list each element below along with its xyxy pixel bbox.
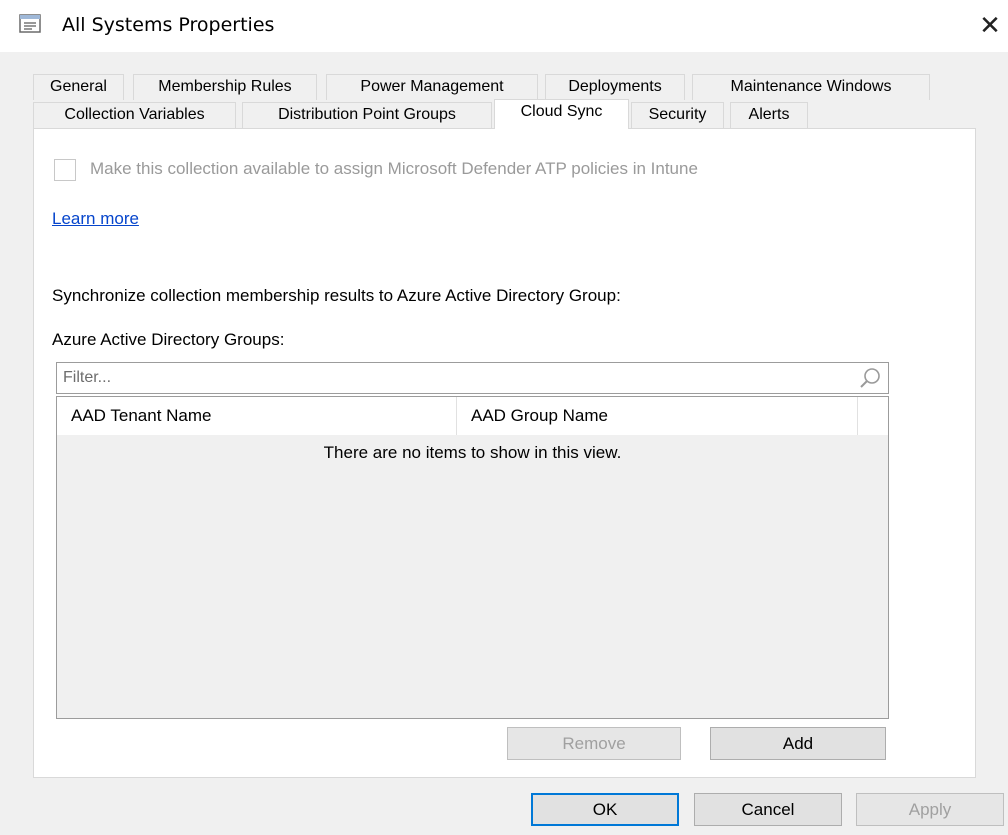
cancel-button[interactable]: Cancel: [694, 793, 842, 826]
tab-collection-variables[interactable]: Collection Variables: [33, 102, 236, 128]
cloud-sync-panel: Make this collection available to assign…: [33, 128, 976, 778]
filter-box: [56, 362, 889, 394]
tab-maintenance-windows[interactable]: Maintenance Windows: [692, 74, 930, 100]
defender-atp-checkbox-label: Make this collection available to assign…: [90, 159, 698, 178]
add-button[interactable]: Add: [710, 727, 886, 760]
tab-general[interactable]: General: [33, 74, 124, 100]
ok-button[interactable]: OK: [531, 793, 679, 826]
tab-distribution-point-groups[interactable]: Distribution Point Groups: [242, 102, 492, 128]
aad-groups-label: Azure Active Directory Groups:: [52, 330, 285, 349]
filter-input[interactable]: [63, 367, 843, 389]
search-icon[interactable]: [858, 366, 882, 390]
tab-deployments[interactable]: Deployments: [545, 74, 685, 100]
tab-membership-rules[interactable]: Membership Rules: [133, 74, 317, 100]
column-header-tenant-name[interactable]: AAD Tenant Name: [57, 397, 457, 435]
sync-description-label: Synchronize collection membership result…: [52, 286, 621, 305]
column-header-group-name[interactable]: AAD Group Name: [457, 397, 858, 435]
empty-list-message: There are no items to show in this view.: [323, 443, 622, 462]
title-bar: All Systems Properties ✕: [0, 0, 1008, 52]
tab-alerts[interactable]: Alerts: [730, 102, 808, 128]
close-icon[interactable]: ✕: [972, 6, 1008, 46]
defender-atp-checkbox[interactable]: [54, 159, 76, 181]
aad-groups-list[interactable]: AAD Tenant Name AAD Group Name There are…: [56, 396, 889, 719]
list-header: AAD Tenant Name AAD Group Name: [57, 397, 888, 435]
remove-button[interactable]: Remove: [507, 727, 681, 760]
tab-power-management[interactable]: Power Management: [326, 74, 538, 100]
tab-cloud-sync[interactable]: Cloud Sync: [494, 99, 629, 129]
apply-button[interactable]: Apply: [856, 793, 1004, 826]
learn-more-link[interactable]: Learn more: [52, 209, 139, 229]
properties-window-icon: [19, 14, 41, 33]
tab-security[interactable]: Security: [631, 102, 724, 128]
window-title: All Systems Properties: [62, 14, 275, 36]
